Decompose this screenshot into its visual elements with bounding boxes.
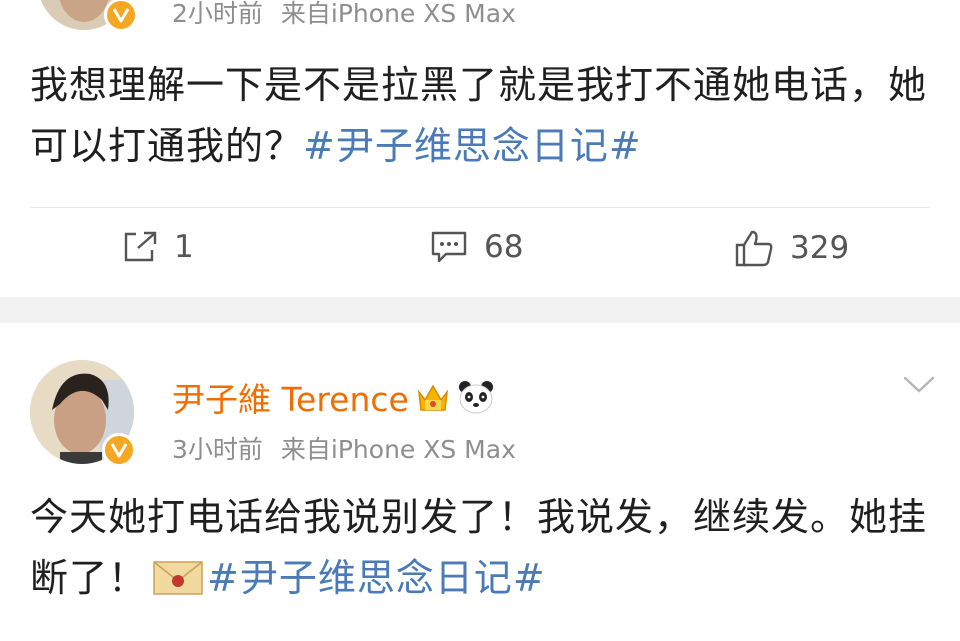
post-source: 来自iPhone XS Max [280, 435, 516, 464]
feed-separator [0, 297, 960, 323]
post-content: 我想理解一下是不是拉黑了就是我打不通她电话，她可以打通我的？#尹子维思念日记# [30, 55, 930, 177]
post-source: 来自iPhone XS Max [280, 0, 516, 28]
post-time: 2小时前 [172, 0, 263, 28]
repost-icon [124, 231, 157, 262]
envelope-emoji-icon [153, 561, 203, 595]
hashtag-link[interactable]: #尹子维思念日记# [207, 556, 546, 600]
hashtag-link[interactable]: #尹子维思念日记# [303, 124, 642, 168]
verified-badge-icon [102, 433, 136, 467]
post-time: 3小时前 [172, 435, 263, 464]
verified-badge-icon [104, 0, 138, 32]
crown-icon [417, 384, 448, 411]
weibo-post-1: 2小时前 来自iPhone XS Max 我想理解一下是不是拉黑了就是我打不通她电… [0, 0, 960, 297]
panda-emoji-icon [458, 381, 493, 414]
post-meta: 2小时前 来自iPhone XS Max [172, 0, 516, 30]
repost-count: 1 [174, 229, 194, 265]
post-content: 今天她打电话给我说别发了！我说发，继续发。她挂断了！ #尹子维思念日记# [30, 487, 930, 609]
like-icon [735, 230, 773, 267]
chevron-down-icon[interactable] [902, 375, 936, 395]
like-count: 329 [790, 230, 850, 266]
username-text: 尹子維 Terence [172, 380, 409, 419]
like-button[interactable]: 329 [734, 229, 849, 267]
repost-button[interactable]: 1 [122, 229, 194, 265]
weibo-post-2: 尹子維 Terence 3小时前 来自iPhone XS Max 今天她打电话给我… [0, 323, 960, 641]
comment-button[interactable]: 68 [430, 229, 523, 265]
comment-count: 68 [484, 229, 524, 265]
post-meta: 3小时前 来自iPhone XS Max [172, 430, 516, 466]
username[interactable]: 尹子維 Terence [172, 373, 495, 421]
divider [30, 207, 930, 208]
comment-icon [431, 231, 467, 263]
